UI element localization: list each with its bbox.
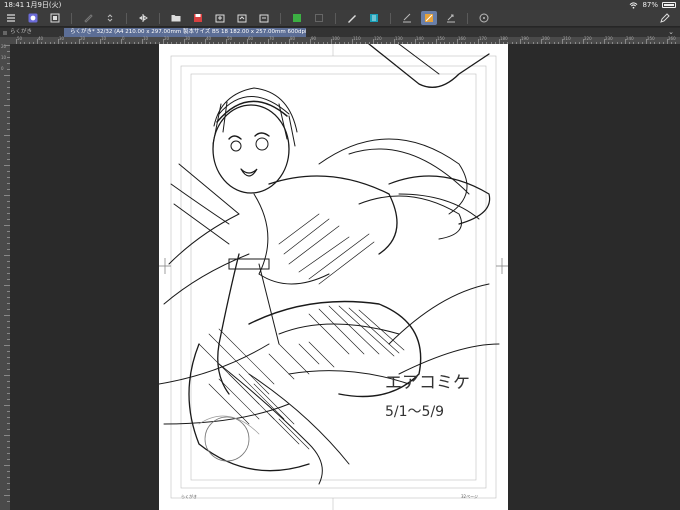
ruler-number: 70	[269, 36, 275, 41]
open-folder-icon[interactable]	[168, 11, 184, 25]
ruler-left[interactable]: 20 10 0	[0, 37, 10, 510]
ruler-number: 100	[332, 36, 340, 41]
ruler-number: 250	[647, 36, 655, 41]
stepper-icon[interactable]	[102, 11, 118, 25]
ruler-number: 0	[122, 36, 125, 41]
ruler-number: 200	[542, 36, 550, 41]
ruler-number: 80	[290, 36, 296, 41]
ruler-number: 180	[500, 36, 508, 41]
ruler-number: 120	[374, 36, 382, 41]
check-icon[interactable]	[399, 11, 415, 25]
ruler-number: 260	[668, 36, 676, 41]
ruler-number: 190	[521, 36, 529, 41]
handwritten-date: 5/1〜5/9	[385, 404, 444, 420]
status-date: 1月9日(火)	[26, 1, 62, 9]
footer-left-label: らくがき	[181, 494, 197, 499]
teal-panel-icon[interactable]	[366, 11, 382, 25]
export-icon[interactable]	[212, 11, 228, 25]
tab-home[interactable]: らくがき	[2, 28, 62, 37]
help-icon[interactable]	[476, 11, 492, 25]
pencil-settings-icon[interactable]	[657, 11, 673, 25]
ruler-top[interactable]: 50 40 30 20 10 0 10 20 30 40 50 60 70 80 90 100 110 120 13…	[10, 37, 680, 44]
menu-small-icon	[3, 31, 7, 34]
ruler-number: 130	[395, 36, 403, 41]
flip-icon[interactable]	[135, 11, 151, 25]
toolbar-separator	[126, 12, 127, 24]
export-alt-icon[interactable]	[234, 11, 250, 25]
ruler-number: 230	[605, 36, 613, 41]
ruler-number: 110	[353, 36, 361, 41]
ruler-number: 210	[563, 36, 571, 41]
check-alt-icon[interactable]	[443, 11, 459, 25]
ruler-number: 30	[59, 36, 65, 41]
export-alt-icon[interactable]	[256, 11, 272, 25]
battery-icon	[662, 2, 676, 8]
canvas-paper[interactable]: エアコミケ 5/1〜5/9 らくがき 32ページ	[159, 44, 508, 510]
canvas-workspace[interactable]: エアコミケ 5/1〜5/9 らくがき 32ページ	[10, 44, 680, 510]
green-layer-icon[interactable]	[289, 11, 305, 25]
status-right: 87%	[629, 0, 676, 10]
ruler-number: 40	[38, 36, 44, 41]
footer-right-label: 32ページ	[461, 494, 479, 499]
ruler-number: 10	[1, 55, 7, 60]
check-active-icon[interactable]	[421, 11, 437, 25]
ruler-number: 50	[227, 36, 233, 41]
sketch-drawing: エアコミケ 5/1〜5/9	[159, 44, 508, 510]
toolbar-separator	[159, 12, 160, 24]
clip-studio-icon[interactable]	[25, 11, 41, 25]
ruler-number: 20	[80, 36, 86, 41]
ruler-number: 50	[17, 36, 23, 41]
status-bar: 18:41 1月9日(火) 87%	[0, 0, 680, 10]
toolbar-separator	[280, 12, 281, 24]
battery-percent: 87%	[642, 1, 658, 9]
new-canvas-icon[interactable]	[47, 11, 63, 25]
ruler-number: 30	[185, 36, 191, 41]
ruler-number: 60	[248, 36, 254, 41]
ruler-number: 140	[416, 36, 424, 41]
ruler-number: 0	[1, 66, 4, 71]
save-icon[interactable]	[190, 11, 206, 25]
ruler-number: 150	[437, 36, 445, 41]
wifi-icon	[630, 1, 638, 9]
ruler-number: 220	[584, 36, 592, 41]
toolbar-separator	[335, 12, 336, 24]
ruler-number: 240	[626, 36, 634, 41]
ruler-number: 170	[479, 36, 487, 41]
toolbar-separator	[390, 12, 391, 24]
ruler-number: 10	[143, 36, 149, 41]
color-picker-icon[interactable]	[344, 11, 360, 25]
ruler-number: 20	[164, 36, 170, 41]
ruler-number: 10	[101, 36, 107, 41]
menu-icon[interactable]	[3, 11, 19, 25]
ruler-number: 90	[311, 36, 317, 41]
disabled-icon[interactable]	[311, 11, 327, 25]
handwritten-title: エアコミケ	[385, 373, 470, 393]
toolbar-separator	[71, 12, 72, 24]
ruler-number: 160	[458, 36, 466, 41]
command-bar	[0, 10, 680, 27]
ruler-number: 40	[206, 36, 212, 41]
toolbar-separator	[467, 12, 468, 24]
pen-disabled-icon[interactable]	[80, 11, 96, 25]
status-time: 18:41	[4, 1, 25, 9]
